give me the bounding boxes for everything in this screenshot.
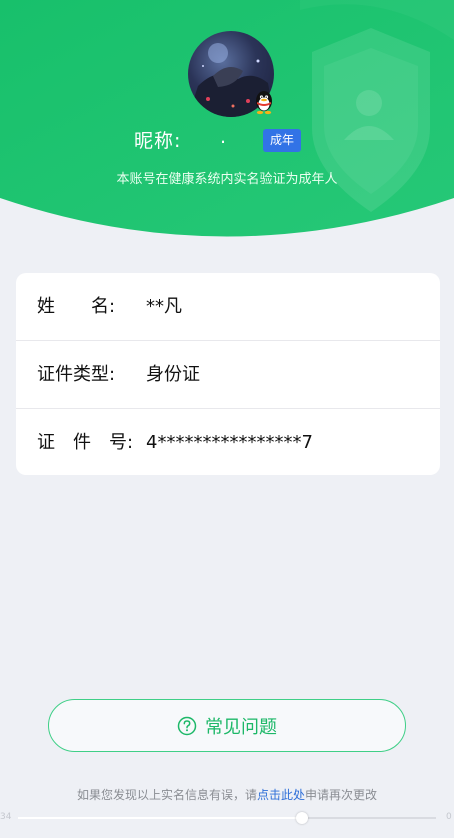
nickname-label: 昵称: [134,130,182,152]
question-circle-icon [177,716,197,735]
info-value: 身份证 [146,364,200,385]
scrubber-fill [18,817,303,819]
footer-note-prefix: 如果您发现以上实名信息有误，请 [76,788,257,802]
scrubber-end-text: 0 [446,812,452,822]
scrubber-start-text: 34 [0,812,12,822]
scrubber-thumb[interactable] [296,812,309,824]
info-label: 证 件 号: [37,432,134,453]
info-label: 证件类型: [37,364,116,385]
footer-note: 如果您发现以上实名信息有误，请点击此处申请再次更改 [0,786,454,803]
age-status-badge: 成年 [263,129,301,152]
faq-button-label: 常见问题 [205,716,277,738]
info-label: 姓 名: [37,296,116,317]
nickname-value: . [220,126,227,148]
scrubber-track[interactable] [18,812,436,824]
qq-penguin-icon [256,91,272,115]
info-row-name: 姓 名: **凡 [16,273,440,340]
info-value: **凡 [146,296,182,317]
correction-link[interactable]: 点击此处 [257,788,305,802]
footer-note-suffix: 申请再次更改 [305,788,378,802]
info-row-id-type: 证件类型: 身份证 [16,340,440,408]
verification-note: 本账号在健康系统内实名验证为成年人 [116,172,338,187]
faq-button[interactable]: 常见问题 [48,699,406,752]
identity-info-card: 姓 名: **凡 证件类型: 身份证 证 件 号: 4*************… [16,273,440,475]
info-value: 4****************7 [146,432,313,453]
header-banner: 昵称: . 成年 本账号在健康系统内实名验证为成年人 [0,0,454,245]
info-row-id-number: 证 件 号: 4****************7 [16,408,440,475]
